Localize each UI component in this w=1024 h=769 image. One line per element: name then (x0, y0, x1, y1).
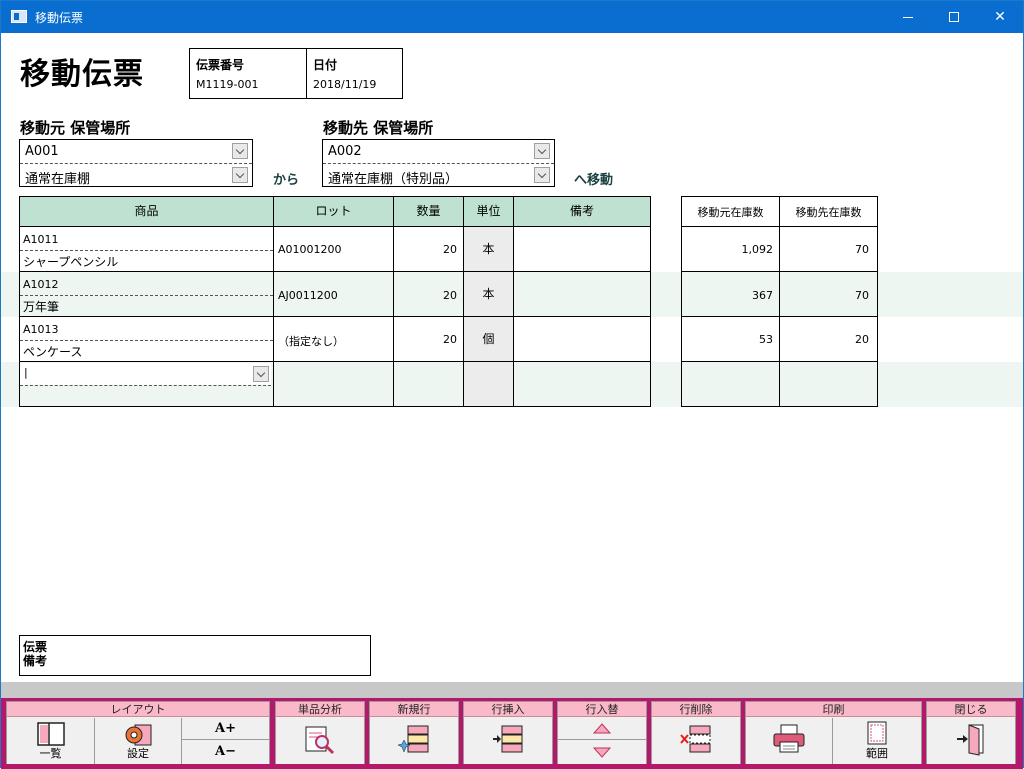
app-icon (11, 10, 27, 23)
items-table-border (19, 196, 651, 407)
close-form-button[interactable] (927, 718, 1015, 764)
grid-line (393, 196, 394, 407)
destination-location-select[interactable]: A002 (323, 140, 554, 163)
list-view-icon (37, 722, 65, 746)
toolbar-group-swap-row: 行入替 (557, 701, 647, 764)
slip-number-cell: 伝票番号 M1119-001 (190, 49, 307, 98)
grid-line (273, 196, 274, 407)
new-row-button[interactable] (370, 718, 458, 764)
page-title: 移動伝票 (20, 57, 144, 92)
toolbar-group-title: 行挿入 (464, 702, 552, 717)
chevron-down-icon[interactable] (232, 167, 248, 183)
function-toolbar: レイアウト 一覧 設定 A+ A− 単品分析 新規行 行挿入 行入替 行削除 印… (1, 698, 1023, 769)
source-location-select[interactable]: A001 (20, 140, 252, 163)
destination-shelf-value: 通常在庫棚（特別品） (328, 172, 459, 187)
destination-location-combo: A002 通常在庫棚（特別品） (322, 139, 555, 187)
grid-line (681, 226, 878, 227)
toolbar-group-title: 単品分析 (276, 702, 364, 717)
close-icon: ✕ (994, 9, 1006, 25)
slip-number-field[interactable]: M1119-001 (196, 78, 258, 91)
insert-row-button[interactable] (464, 718, 552, 764)
window-title: 移動伝票 (35, 11, 84, 25)
date-label: 日付 (313, 58, 338, 72)
grid-line (19, 226, 651, 227)
toolbar-group-title: 行入替 (558, 702, 646, 717)
print-button[interactable] (746, 718, 833, 764)
grid-line (19, 271, 651, 272)
app-window: 移動伝票 ✕ 移動伝票 伝票番号 M1119-001 日付 2018/11/19… (0, 0, 1024, 769)
exit-door-icon (957, 724, 984, 756)
slip-number-label: 伝票番号 (196, 58, 245, 72)
new-row-icon (398, 725, 429, 753)
destination-location-label: 移動先 保管場所 (323, 119, 434, 137)
date-field[interactable]: 2018/11/19 (313, 78, 376, 91)
magnifier-icon (305, 726, 335, 755)
move-row-up-button[interactable] (558, 718, 646, 740)
swap-row-controls (558, 718, 646, 764)
toolbar-group-print: 印刷 範囲 (745, 701, 922, 764)
printer-icon (773, 724, 805, 753)
toolbar-group-analysis: 単品分析 (275, 701, 365, 764)
maximize-icon (949, 12, 959, 22)
triangle-down-icon (593, 747, 611, 758)
source-location-value: A001 (25, 144, 59, 159)
status-strip (1, 682, 1023, 698)
toolbar-group-new-row: 新規行 (369, 701, 459, 764)
print-range-icon (867, 721, 887, 745)
source-shelf-value: 通常在庫棚 (25, 172, 91, 187)
toolbar-group-insert-row: 行挿入 (463, 701, 553, 764)
toolbar-group-title: 印刷 (746, 702, 921, 717)
grid-line (681, 316, 878, 317)
grid-line (19, 361, 651, 362)
grid-line (681, 361, 878, 362)
close-window-button[interactable]: ✕ (977, 1, 1023, 33)
minimize-button[interactable] (885, 1, 931, 33)
title-bar: 移動伝票 ✕ (1, 1, 1023, 33)
triangle-up-icon (593, 723, 611, 734)
memo-field[interactable]: 伝票備考 (19, 635, 371, 676)
font-size-down-button[interactable]: A− (182, 741, 269, 763)
insert-row-icon (493, 725, 523, 753)
delete-row-button[interactable] (652, 718, 740, 764)
chevron-down-icon[interactable] (534, 167, 550, 183)
toolbar-group-close: 閉じる (926, 701, 1016, 764)
memo-label: 伝票備考 (23, 640, 48, 668)
toolbar-group-title: 行削除 (652, 702, 740, 717)
grid-line (463, 196, 464, 407)
font-size-controls: A+ A− (182, 718, 269, 764)
slip-header: 伝票番号 M1119-001 日付 2018/11/19 (189, 48, 403, 99)
destination-shelf-select[interactable]: 通常在庫棚（特別品） (323, 163, 554, 187)
move-row-down-button[interactable] (558, 741, 646, 763)
grid-line (779, 196, 780, 407)
toolbar-group-layout: レイアウト 一覧 設定 A+ A− (6, 701, 270, 764)
chevron-down-icon[interactable] (534, 143, 550, 159)
source-location-combo: A001 通常在庫棚 (19, 139, 253, 187)
destination-location-value: A002 (328, 144, 362, 159)
print-range-button[interactable]: 範囲 (833, 718, 921, 764)
print-range-label: 範囲 (866, 747, 888, 760)
toolbar-group-title: 新規行 (370, 702, 458, 717)
list-view-button[interactable]: 一覧 (7, 718, 95, 764)
maximize-button[interactable] (931, 1, 977, 33)
settings-label: 設定 (127, 747, 149, 760)
toolbar-group-title: レイアウト (7, 702, 269, 717)
toolbar-group-title: 閉じる (927, 702, 1015, 717)
settings-button[interactable]: 設定 (95, 718, 182, 764)
date-cell: 日付 2018/11/19 (307, 49, 402, 98)
grid-line (19, 316, 651, 317)
delete-row-icon (680, 725, 711, 753)
source-location-label: 移動元 保管場所 (20, 119, 131, 137)
toolbar-group-delete-row: 行削除 (651, 701, 741, 764)
source-connector: から (273, 173, 300, 188)
item-analysis-button[interactable] (276, 718, 364, 764)
grid-line (513, 196, 514, 407)
grid-line (681, 271, 878, 272)
chevron-down-icon[interactable] (232, 143, 248, 159)
list-view-label: 一覧 (39, 747, 62, 760)
destination-connector: へ移動 (574, 173, 614, 188)
font-size-up-button[interactable]: A+ (182, 718, 269, 740)
minimize-icon (903, 17, 913, 18)
source-shelf-select[interactable]: 通常在庫棚 (20, 163, 252, 187)
